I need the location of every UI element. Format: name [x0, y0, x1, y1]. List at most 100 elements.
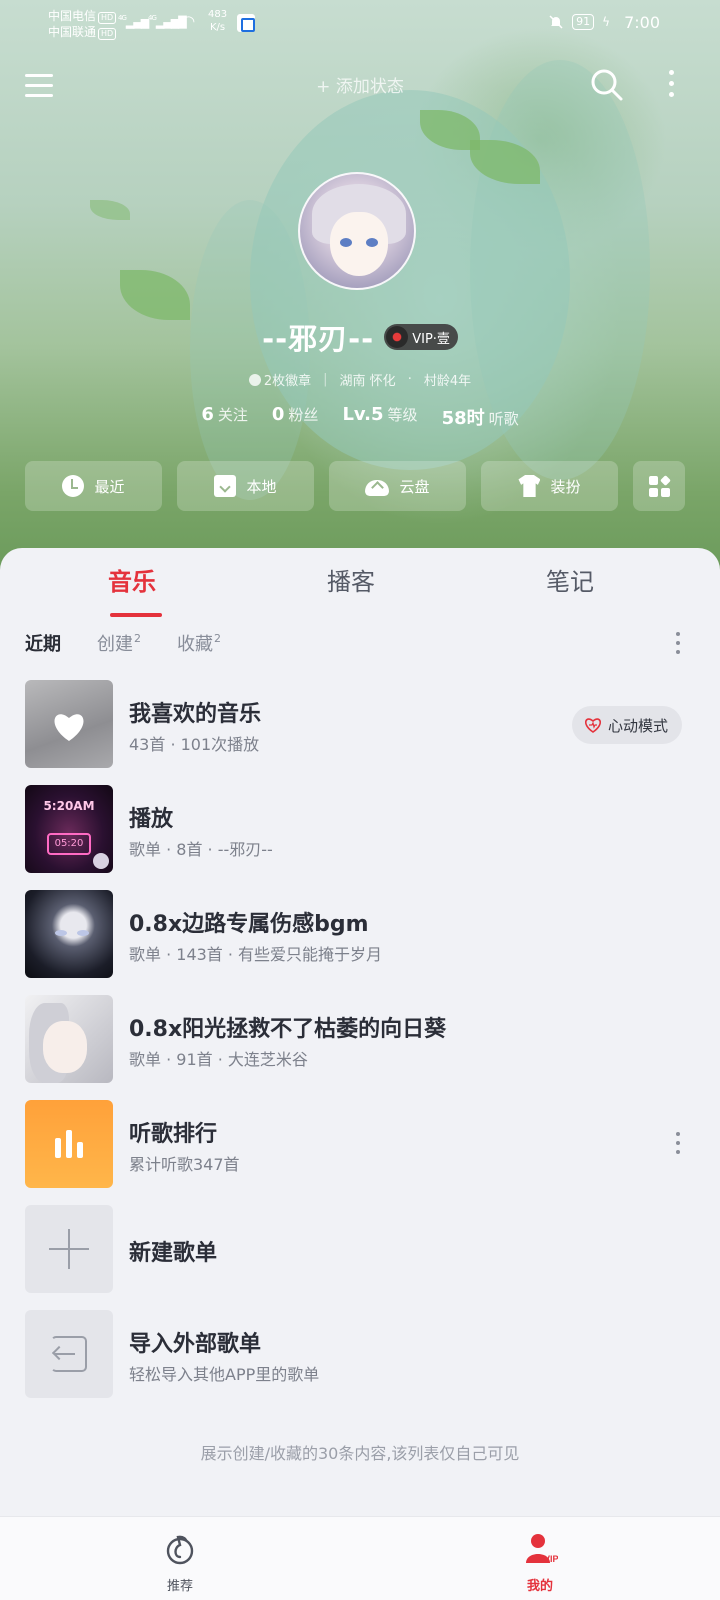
divider: |: [323, 372, 328, 387]
playlist-title: 新建歌单: [129, 1241, 218, 1266]
subtab-collected[interactable]: 收藏2: [177, 630, 221, 656]
profile-meta: 2枚徽章 | 湖南 怀化 · 村龄4年: [0, 370, 720, 389]
carrier-1: 中国电信: [48, 9, 97, 23]
tab-podcast[interactable]: 播客: [327, 562, 375, 597]
vinyl-disc-icon: [386, 326, 409, 348]
stat-followers[interactable]: 0 粉丝: [272, 404, 319, 430]
new-playlist-item[interactable]: 新建歌单: [0, 1205, 720, 1310]
playlist-cover: 5:20AM 05:20: [25, 785, 113, 873]
playlist-subtitle: 轻松导入其他APP里的歌单: [129, 1365, 320, 1384]
playlist-subtitle: 歌单 · 91首 · 大连芝米谷: [129, 1050, 308, 1069]
privacy-note: 展示创建/收藏的30条内容,该列表仅自己可见: [200, 1444, 520, 1463]
playlist-subtitle: 歌单 · 143首 · 有些爱只能掩于岁月: [129, 945, 383, 964]
list-item[interactable]: 0.8x阳光拯救不了枯萎的向日葵 歌单 · 91首 · 大连芝米谷: [0, 995, 720, 1100]
liked-music-cover: [25, 680, 113, 768]
creator-avatar: [93, 853, 109, 869]
more-options-icon[interactable]: [665, 70, 677, 102]
apps-grid-icon: [648, 474, 671, 497]
sub-tabs: 近期 创建2 收藏2: [25, 628, 695, 658]
search-icon[interactable]: [590, 68, 624, 102]
village-age: 村龄4年: [423, 374, 472, 389]
location: 湖南 怀化: [339, 374, 396, 389]
import-playlist-item[interactable]: 导入外部歌单 轻松导入其他APP里的歌单: [0, 1310, 720, 1415]
profile-stats: 6 关注 0 粉丝 Lv.5 等级 58时 听歌: [0, 404, 720, 430]
dot-separator: ·: [407, 372, 412, 387]
stat-level[interactable]: Lv.5 等级: [342, 404, 417, 430]
vip-label: VIP·壹: [412, 331, 450, 347]
vip-badge[interactable]: VIP·壹: [384, 324, 458, 350]
charging-icon: ϟ: [602, 15, 610, 29]
badges-link[interactable]: 2枚徽章: [248, 370, 311, 389]
status-right-icons: 91 ϟ: [548, 14, 610, 30]
signal-icon-2: 4G▂▄▆█: [148, 14, 187, 29]
carrier-2: 中国联通: [48, 25, 97, 39]
playlist-cover: [25, 995, 113, 1083]
bar-chart-icon: [55, 1130, 85, 1158]
stat-listen-time[interactable]: 58时 听歌: [442, 404, 519, 430]
item-more-icon[interactable]: [673, 1132, 683, 1159]
subtabs-more-icon[interactable]: [673, 632, 683, 659]
subtab-recent[interactable]: 近期: [25, 630, 61, 656]
listening-rank-cover: [25, 1100, 113, 1188]
heart-mode-button[interactable]: 心动模式: [572, 706, 683, 744]
playlist-list: 我喜欢的音乐 43首 · 101次播放 心动模式 5:20AM 05:20 播放…: [0, 680, 720, 1415]
nav-recommend[interactable]: 推荐: [135, 1531, 225, 1594]
nav-mine[interactable]: VIP 我的: [495, 1531, 585, 1594]
shirt-icon: [518, 475, 541, 497]
cover-screen-text: 05:20: [47, 833, 91, 855]
list-item[interactable]: 听歌排行 累计听歌347首: [0, 1100, 720, 1205]
playlist-title: 0.8x边路专属伤感bgm: [129, 912, 369, 937]
mute-bell-icon: [549, 15, 563, 29]
hd-badge-1: HD: [98, 12, 117, 24]
hd-badge-2: HD: [98, 28, 117, 40]
clock-icon: [62, 475, 85, 497]
list-item[interactable]: 我喜欢的音乐 43首 · 101次播放 心动模式: [0, 680, 720, 785]
status-bar: 中国电信 HD 中国联通 HD 4G▂▄▆ 4G▂▄▆█ ◠ 483 K/s 91 …: [0, 0, 720, 48]
signal-icon-1: 4G▂▄▆: [118, 14, 149, 29]
cover-clock-text: 5:20AM: [43, 799, 95, 813]
playlist-title: 听歌排行: [129, 1122, 218, 1147]
playlist-title: 播放: [129, 807, 174, 832]
user-vip-icon: VIP: [526, 1534, 559, 1564]
wifi-icon: ◠: [182, 12, 195, 30]
stat-following[interactable]: 6 关注: [201, 404, 248, 430]
username[interactable]: --邪刃--: [262, 316, 374, 358]
music-note-swirl-icon: [166, 1535, 194, 1565]
main-tabs: 音乐 播客 笔记: [0, 562, 720, 617]
plus-icon: [25, 1205, 113, 1293]
more-apps-button[interactable]: [633, 461, 685, 511]
local-button[interactable]: 本地: [177, 461, 314, 511]
playlist-title: 导入外部歌单: [129, 1332, 262, 1357]
playlist-cover: [25, 890, 113, 978]
carrier-info: 中国电信 HD 中国联通 HD: [48, 8, 117, 40]
playlist-subtitle: 43首 · 101次播放: [129, 735, 260, 754]
playlist-title: 我喜欢的音乐: [129, 702, 262, 727]
clock-time: 7:00: [624, 13, 660, 32]
badge-icon: [248, 374, 261, 386]
import-icon: [25, 1310, 113, 1398]
dress-up-button[interactable]: 装扮: [481, 461, 618, 511]
heart-icon: [54, 714, 84, 741]
cloud-upload-icon: [365, 480, 390, 496]
subtab-created[interactable]: 创建2: [97, 630, 141, 656]
playlist-subtitle: 歌单 · 8首 · --邪刃--: [129, 840, 273, 859]
quick-actions: 最近 本地 云盘 装扮: [25, 461, 685, 511]
heart-pulse-icon: [585, 718, 601, 733]
active-tab-indicator: [110, 613, 162, 617]
cloud-drive-button[interactable]: 云盘: [329, 461, 466, 511]
list-item[interactable]: 5:20AM 05:20 播放 歌单 · 8首 · --邪刃--: [0, 785, 720, 890]
network-speed: 483 K/s: [208, 9, 228, 33]
list-item[interactable]: 0.8x边路专属伤感bgm 歌单 · 143首 · 有些爱只能掩于岁月: [0, 890, 720, 995]
tab-music[interactable]: 音乐: [108, 562, 156, 597]
playlist-subtitle: 累计听歌347首: [129, 1155, 240, 1174]
avatar[interactable]: [298, 172, 416, 290]
svg-text:VIP: VIP: [544, 1554, 558, 1564]
app-notification-icon: [237, 14, 255, 32]
content-panel: 音乐 播客 笔记 近期 创建2 收藏2 我喜欢的音乐 43首 · 101次播放 …: [0, 548, 720, 1516]
download-box-icon: [214, 475, 237, 497]
username-row: --邪刃-- VIP·壹: [0, 316, 720, 358]
bottom-nav: 推荐 VIP 我的: [0, 1516, 720, 1600]
recent-button[interactable]: 最近: [25, 461, 162, 511]
battery-indicator: 91: [572, 14, 595, 30]
tab-notes[interactable]: 笔记: [546, 562, 594, 597]
